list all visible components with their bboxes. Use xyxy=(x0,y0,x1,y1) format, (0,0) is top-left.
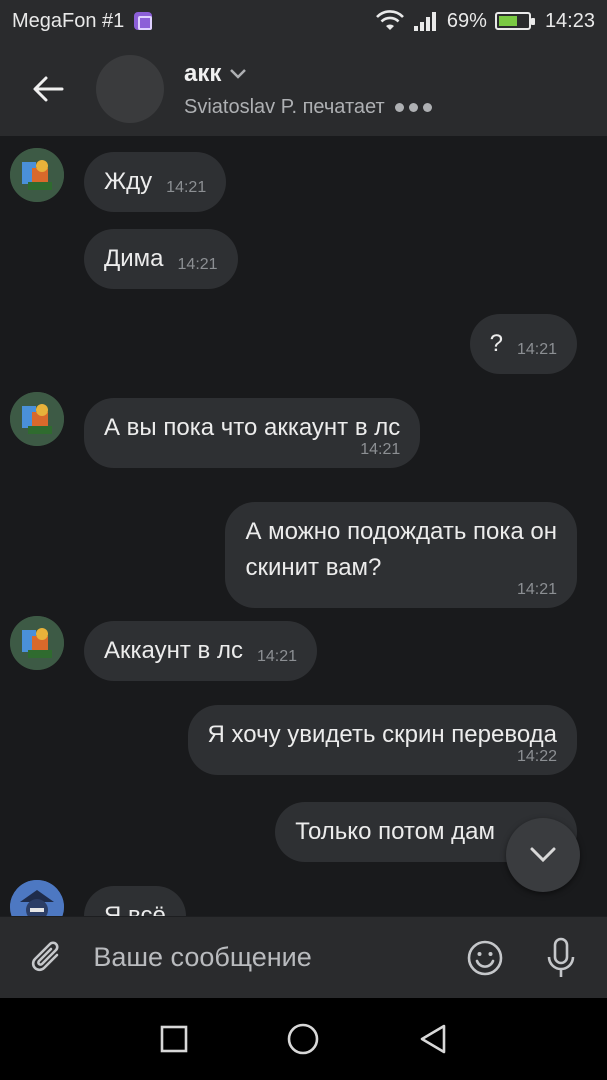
sender-avatar-image xyxy=(10,880,64,916)
message-incoming[interactable]: Жду 14:21 xyxy=(84,152,227,212)
typing-status: Sviatoslav P. печатает xyxy=(184,96,432,119)
message-text: Дима xyxy=(104,245,164,272)
message-incoming[interactable]: Я всё xyxy=(84,886,186,916)
chat-title: акк xyxy=(184,59,222,87)
message-bubble[interactable]: А можно подождать пока он скинит вам? 14… xyxy=(225,502,577,608)
sender-avatar-image xyxy=(10,616,64,670)
chevron-down-icon xyxy=(230,68,247,79)
chat-avatar[interactable] xyxy=(96,55,164,123)
typing-dots-icon xyxy=(394,102,432,112)
home-icon[interactable] xyxy=(286,1022,320,1056)
message-incoming[interactable]: Дима 14:21 xyxy=(84,229,238,289)
message-outgoing[interactable]: ? 14:21 xyxy=(469,314,577,374)
chat-title-block[interactable]: акк Sviatoslav P. печатает xyxy=(184,60,432,119)
message-time: 14:21 xyxy=(177,256,218,273)
sender-avatar[interactable] xyxy=(10,880,64,916)
sender-avatar[interactable] xyxy=(10,148,64,202)
recent-apps-icon[interactable] xyxy=(159,1024,189,1054)
message-incoming[interactable]: Аккаунт в лс 14:21 xyxy=(84,621,317,681)
message-bubble[interactable]: А вы пока что аккаунт в лс 14:21 xyxy=(84,398,421,468)
signal-icon xyxy=(413,12,436,31)
message-text-line: А можно подождать пока он xyxy=(245,518,557,545)
message-bubble[interactable]: Жду 14:21 xyxy=(84,152,227,212)
message-bubble[interactable]: Я хочу увидеть скрин перевода 14:22 xyxy=(187,705,577,775)
message-input[interactable] xyxy=(93,927,448,988)
microphone-icon xyxy=(547,937,575,977)
message-time: 14:21 xyxy=(256,648,297,665)
message-incoming[interactable]: А вы пока что аккаунт в лс 14:21 xyxy=(84,398,421,468)
paperclip-icon xyxy=(31,940,59,971)
message-bubble[interactable]: ? 14:21 xyxy=(469,314,577,374)
sender-avatar-image xyxy=(10,392,64,446)
app-badge-icon xyxy=(134,12,153,30)
battery-fill xyxy=(498,16,518,26)
message-bubble[interactable]: Дима 14:21 xyxy=(84,229,238,289)
message-text: А вы пока что аккаунт в лс xyxy=(104,414,401,441)
voice-message-button[interactable] xyxy=(523,917,599,999)
smile-icon xyxy=(467,940,503,975)
carrier-name: MegaFon #1 xyxy=(12,9,125,32)
sender-avatar[interactable] xyxy=(10,392,64,446)
wifi-icon xyxy=(375,10,404,30)
chat-title-row[interactable]: акк xyxy=(184,60,432,88)
chat-header: акк Sviatoslav P. печатает xyxy=(0,42,607,136)
chevron-down-icon xyxy=(530,847,556,863)
message-list[interactable]: Жду 14:21 Дима 14:21 ? 14:21 А вы пока ч… xyxy=(0,136,607,916)
message-time: 14:21 xyxy=(360,441,401,458)
message-time: 14:21 xyxy=(516,341,557,358)
attach-button[interactable] xyxy=(0,917,93,999)
message-text: Жду xyxy=(104,168,153,195)
system-nav-bar xyxy=(0,998,607,1080)
message-text: Только потом дам xyxy=(295,818,495,845)
status-right: 69% 14:23 xyxy=(375,10,595,33)
arrow-left-icon xyxy=(33,76,64,102)
message-bubble[interactable]: Аккаунт в лс 14:21 xyxy=(84,621,317,681)
message-outgoing[interactable]: Я хочу увидеть скрин перевода 14:22 xyxy=(187,705,577,775)
battery-icon xyxy=(494,12,535,30)
status-bar: MegaFon #1 69% 14:23 xyxy=(0,0,607,42)
back-button[interactable] xyxy=(0,42,96,136)
typing-text: Sviatoslav P. печатает xyxy=(184,95,385,118)
message-outgoing[interactable]: А можно подождать пока он скинит вам? 14… xyxy=(225,502,577,608)
message-text: Аккаунт в лс xyxy=(104,637,243,664)
sender-avatar[interactable] xyxy=(10,616,64,670)
scroll-to-bottom-button[interactable] xyxy=(506,818,580,892)
message-bubble[interactable]: Я всё xyxy=(84,886,186,916)
message-composer xyxy=(0,916,607,998)
carrier-group: MegaFon #1 xyxy=(12,9,153,33)
message-text: Я хочу увидеть скрин перевода xyxy=(207,721,557,748)
back-nav-icon[interactable] xyxy=(418,1023,448,1055)
message-text: Я всё xyxy=(104,902,166,916)
message-time: 14:21 xyxy=(166,179,207,196)
sender-avatar-image xyxy=(10,148,64,202)
battery-percent: 69% xyxy=(446,9,487,32)
emoji-button[interactable] xyxy=(447,917,523,999)
clock: 14:23 xyxy=(544,9,595,32)
message-text: ? xyxy=(489,330,503,357)
message-time: 14:22 xyxy=(516,748,557,765)
